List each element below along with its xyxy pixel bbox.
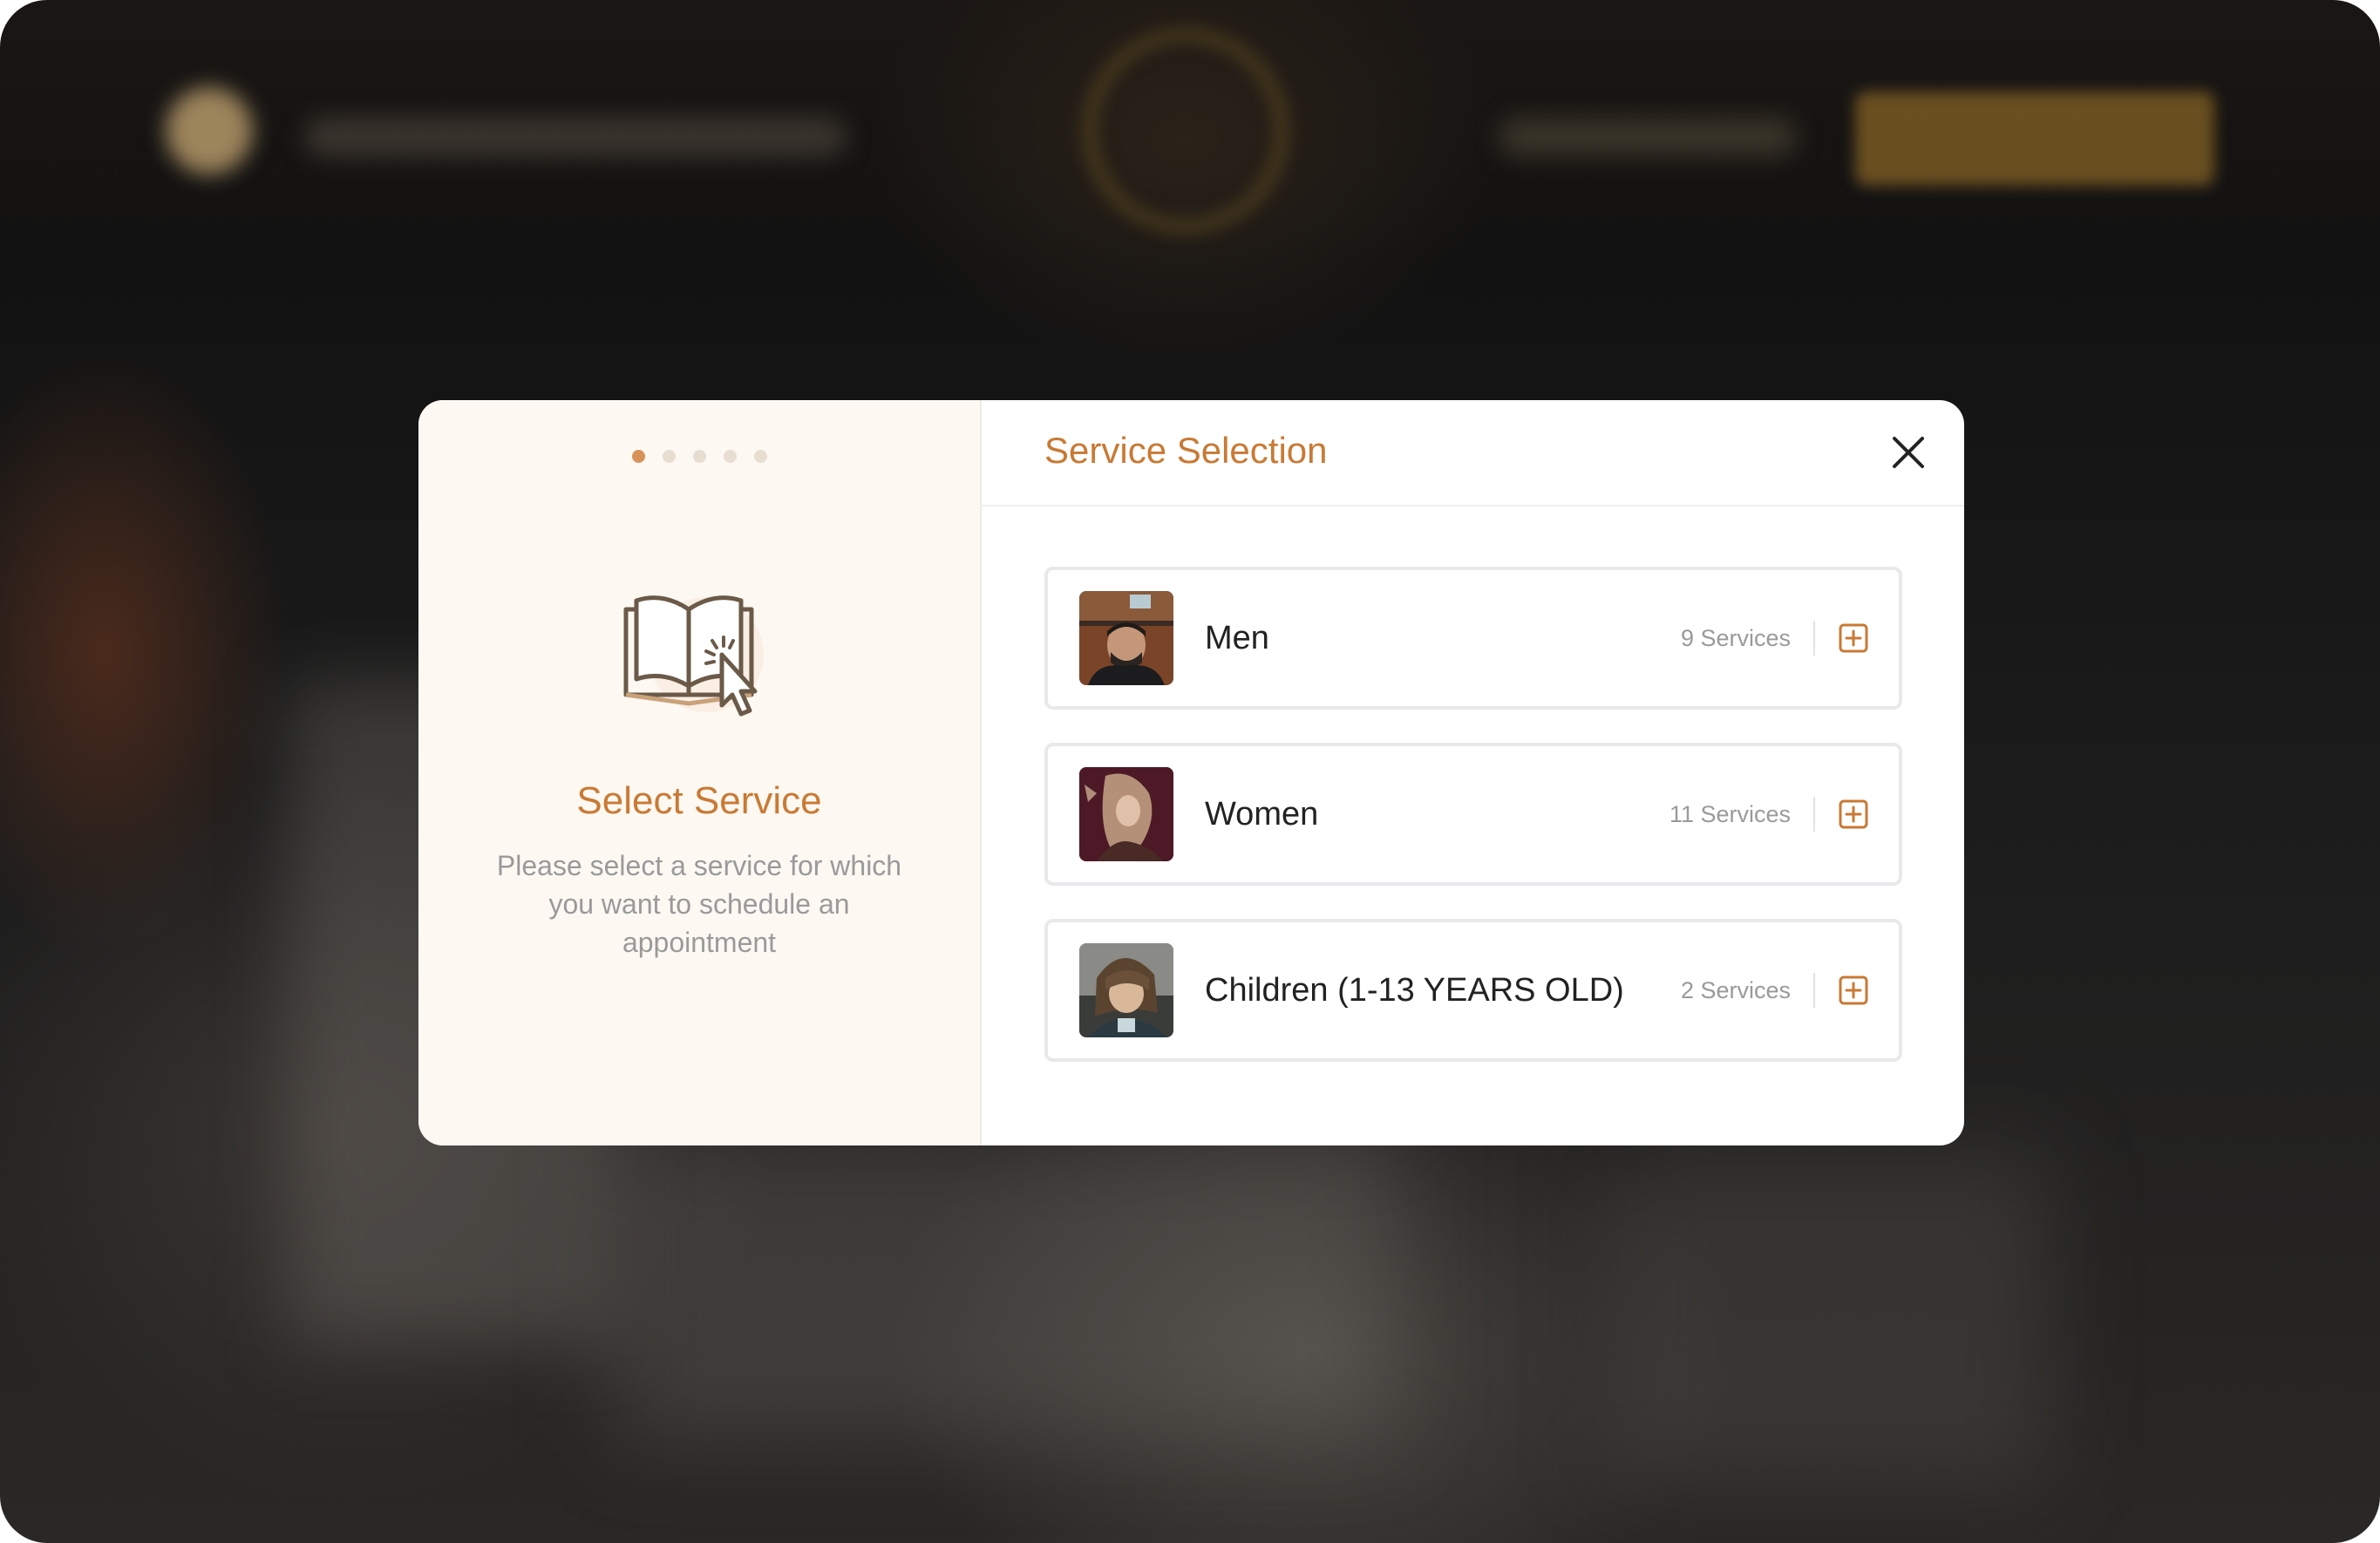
- step-dot-3: [692, 450, 706, 463]
- divider: [1813, 621, 1815, 656]
- step-info-panel: Select Service Please select a service f…: [418, 400, 982, 1145]
- category-image-women: [1079, 767, 1173, 861]
- plus-square-icon: [1839, 623, 1868, 653]
- background-phone-text: [1499, 118, 1796, 156]
- close-button[interactable]: [1887, 432, 1929, 473]
- step-dot-1: [631, 450, 645, 463]
- category-name: Men: [1205, 619, 1269, 656]
- close-icon: [1893, 437, 1924, 468]
- step-description: Please select a service for which you wa…: [496, 850, 902, 958]
- service-count: 11 Services: [1669, 800, 1791, 827]
- step-dot-4: [723, 450, 737, 463]
- plus-square-icon: [1839, 799, 1868, 829]
- service-selection-panel: Service Selection Men 9 Services Women 1…: [982, 400, 1964, 1145]
- expand-category-button[interactable]: [1838, 799, 1869, 830]
- plus-square-icon: [1839, 975, 1868, 1005]
- step-title: Select Service: [576, 779, 822, 822]
- service-count: 2 Services: [1680, 976, 1791, 1003]
- panel-title: Service Selection: [1044, 430, 1328, 471]
- panel-header: Service Selection: [982, 400, 1964, 506]
- category-list: Men 9 Services Women 11 Services Childre…: [1044, 567, 1902, 1095]
- expand-category-button[interactable]: [1838, 975, 1869, 1006]
- step-dot-5: [753, 450, 767, 463]
- category-image-children: [1079, 943, 1173, 1037]
- page-backdrop: Select Service Please select a service f…: [0, 0, 2380, 1543]
- background-blur-shape: [1613, 1151, 2049, 1482]
- expand-category-button[interactable]: [1838, 622, 1869, 654]
- service-count: 9 Services: [1680, 624, 1791, 651]
- step-dot-2: [662, 450, 676, 463]
- divider: [1813, 973, 1815, 1008]
- background-address-text: [305, 118, 846, 156]
- book-cursor-icon: [619, 583, 785, 731]
- category-image-men: [1079, 591, 1173, 685]
- category-card-women[interactable]: Women 11 Services: [1044, 743, 1902, 886]
- background-blur-shape: [610, 1133, 1395, 1438]
- category-name: Children (1-13 YEARS OLD): [1205, 971, 1624, 1009]
- booking-modal: Select Service Please select a service f…: [418, 400, 1964, 1145]
- category-card-men[interactable]: Men 9 Services: [1044, 567, 1902, 710]
- background-avatar: [166, 87, 253, 174]
- divider: [1813, 797, 1815, 832]
- step-indicator: [418, 450, 980, 463]
- category-card-children[interactable]: Children (1-13 YEARS OLD) 2 Services: [1044, 919, 1902, 1062]
- category-name: Women: [1205, 795, 1319, 833]
- background-cta-button: [1855, 92, 2214, 186]
- background-logo: [1085, 31, 1286, 231]
